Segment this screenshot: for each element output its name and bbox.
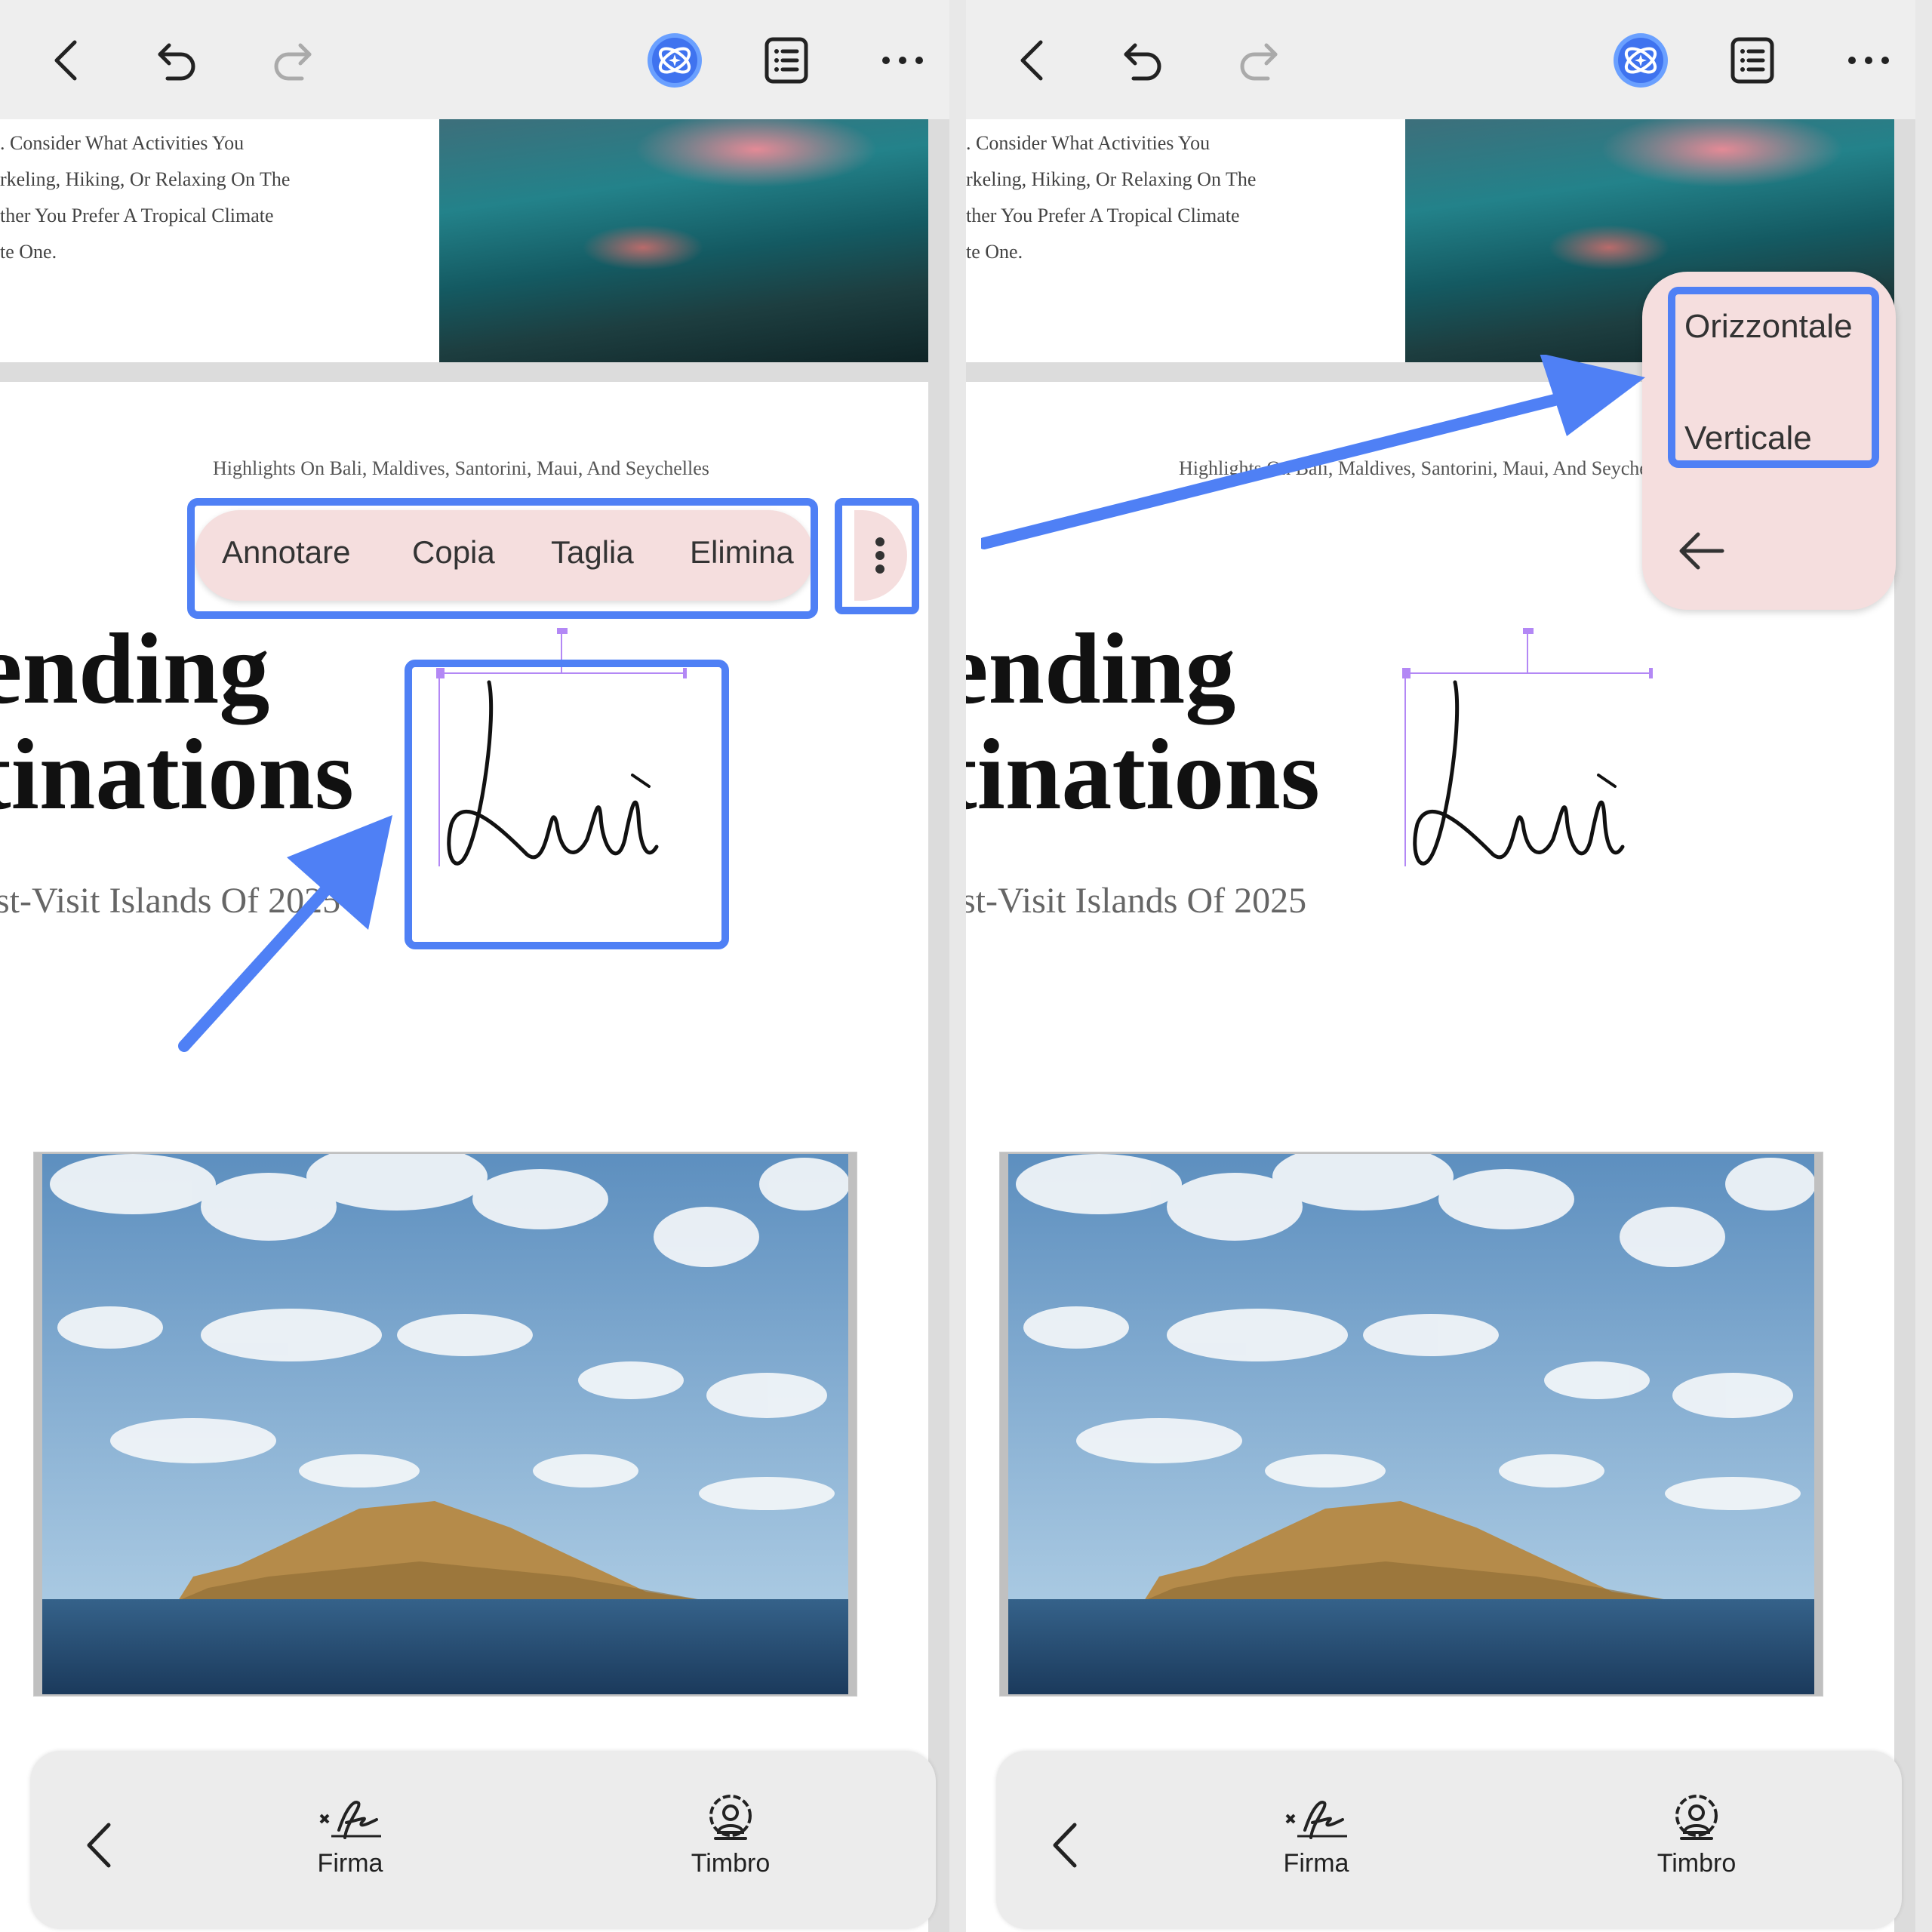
intro-line: ther You Prefer A Tropical Climate bbox=[966, 205, 1240, 226]
arrow-annotation bbox=[981, 355, 1645, 549]
stamp-button[interactable]: Timbro bbox=[1621, 1789, 1772, 1878]
signature-button[interactable]: Firma bbox=[1241, 1789, 1392, 1878]
signature-label: Firma bbox=[317, 1849, 383, 1878]
intro-line: rkeling, Hiking, Or Relaxing On The bbox=[0, 168, 291, 190]
ocean-image bbox=[439, 119, 928, 362]
more-icon[interactable] bbox=[872, 30, 933, 91]
redo-icon[interactable] bbox=[261, 30, 321, 91]
intro-line: te One. bbox=[966, 241, 1023, 263]
intro-line: ther You Prefer A Tropical Climate bbox=[0, 205, 274, 226]
island-photo bbox=[999, 1152, 1823, 1697]
signature-highlight bbox=[405, 660, 729, 949]
document-page-1: . Consider What Activities You rkeling, … bbox=[0, 119, 928, 362]
stamp-button[interactable]: Timbro bbox=[655, 1789, 806, 1878]
title-line-1: ending bbox=[966, 613, 1236, 724]
back-icon[interactable] bbox=[75, 1819, 121, 1872]
intro-line: . Consider What Activities You bbox=[0, 132, 245, 154]
signature-icon bbox=[275, 1789, 426, 1849]
intro-line: te One. bbox=[0, 241, 57, 263]
signature-button[interactable]: Firma bbox=[275, 1789, 426, 1878]
intro-line: . Consider What Activities You bbox=[966, 132, 1211, 154]
top-toolbar bbox=[0, 0, 949, 119]
stamp-label: Timbro bbox=[691, 1849, 771, 1878]
intro-line: rkeling, Hiking, Or Relaxing On The bbox=[966, 168, 1257, 190]
signature-label: Firma bbox=[1283, 1849, 1349, 1878]
bottom-toolbar: Firma Timbro bbox=[30, 1751, 936, 1929]
stamp-icon bbox=[655, 1789, 806, 1849]
arrow-left-icon[interactable] bbox=[1675, 528, 1728, 574]
island-photo bbox=[33, 1152, 857, 1697]
ai-assistant-icon[interactable] bbox=[1611, 30, 1671, 91]
undo-icon[interactable] bbox=[148, 30, 208, 91]
redo-icon[interactable] bbox=[1227, 30, 1287, 91]
outline-icon[interactable] bbox=[756, 30, 817, 91]
intro-paragraph: . Consider What Activities You rkeling, … bbox=[0, 125, 430, 270]
title-line-2: tinations bbox=[966, 718, 1320, 830]
undo-icon[interactable] bbox=[1114, 30, 1174, 91]
document-page-2: Highlights On Bali, Maldives, Santorini,… bbox=[966, 382, 1894, 1932]
arrow-annotation bbox=[178, 815, 392, 1052]
outline-icon[interactable] bbox=[1722, 30, 1783, 91]
highlights-text: Highlights On Bali, Maldives, Santorini,… bbox=[213, 457, 709, 479]
menu-highlight bbox=[187, 498, 818, 619]
ai-assistant-icon[interactable] bbox=[645, 30, 705, 91]
right-screen: . Consider What Activities You rkeling, … bbox=[966, 0, 1915, 1932]
back-icon[interactable] bbox=[36, 30, 97, 91]
back-icon[interactable] bbox=[1002, 30, 1063, 91]
more-highlight bbox=[835, 498, 919, 614]
stamp-label: Timbro bbox=[1657, 1849, 1737, 1878]
title-line-1: ending bbox=[0, 613, 270, 724]
top-toolbar bbox=[966, 0, 1915, 119]
back-icon[interactable] bbox=[1041, 1819, 1087, 1872]
stamp-icon bbox=[1621, 1789, 1772, 1849]
left-screen: . Consider What Activities You rkeling, … bbox=[0, 0, 949, 1932]
signature-selection[interactable] bbox=[1400, 623, 1660, 911]
subtitle: st-Visit Islands Of 2025 bbox=[966, 881, 1307, 921]
bottom-toolbar: Firma Timbro bbox=[996, 1751, 1902, 1929]
title-line-2: tinations bbox=[0, 718, 354, 830]
signature-icon bbox=[1241, 1789, 1392, 1849]
more-icon[interactable] bbox=[1838, 30, 1899, 91]
options-highlight bbox=[1668, 287, 1879, 468]
intro-paragraph: . Consider What Activities You rkeling, … bbox=[966, 125, 1396, 270]
